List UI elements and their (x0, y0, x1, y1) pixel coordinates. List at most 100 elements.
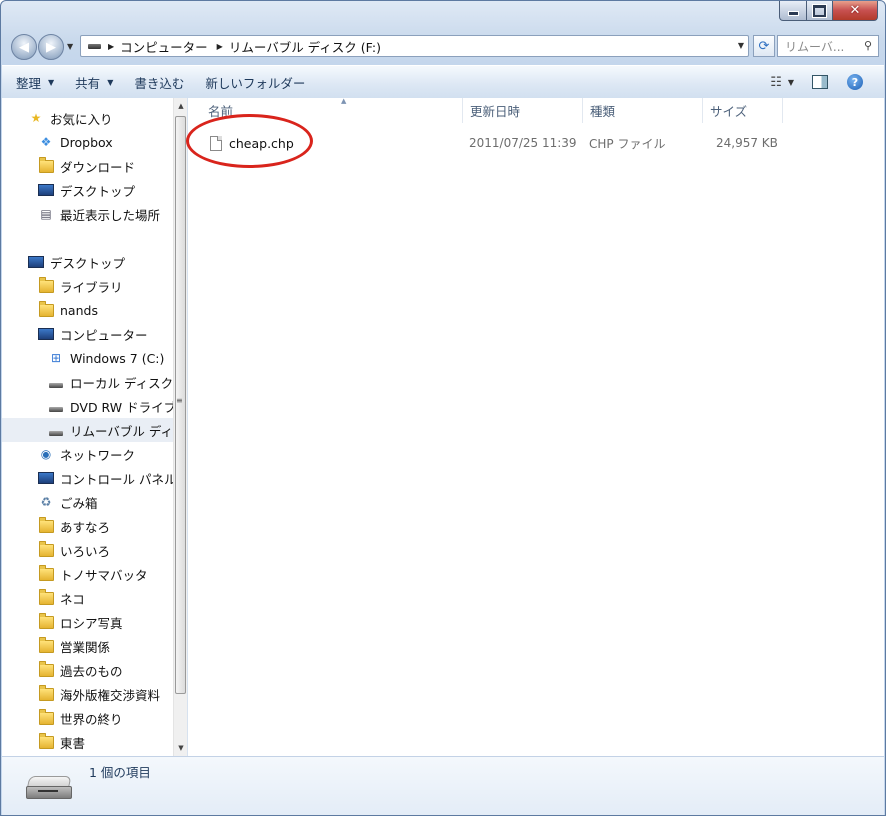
nav-label: ネコ (60, 591, 85, 607)
nav-item-folder[interactable]: ネコ (2, 586, 173, 610)
forward-button[interactable]: ▶ (38, 34, 64, 60)
nav-item-favorites[interactable]: ★ お気に入り (2, 106, 173, 130)
search-input[interactable]: リムーバ... (785, 38, 844, 55)
file-modified-cell: 2011/07/25 11:39 (469, 136, 577, 150)
burn-label: 書き込む (134, 75, 185, 91)
nav-item-folder[interactable]: 営業関係 (2, 634, 173, 658)
help-icon[interactable]: ? (847, 74, 863, 90)
address-dropdown-icon[interactable]: ▼ (738, 41, 744, 50)
command-bar: 整理 ▼ 共有 ▼ 書き込む 新しいフォルダー ☷ ▼ ? (2, 65, 884, 99)
nav-label: ごみ箱 (60, 495, 98, 511)
search-box[interactable]: リムーバ... ⚲ (777, 35, 879, 57)
nav-label: 東書 (60, 735, 86, 751)
nav-item-local-disk[interactable]: ローカル ディスク (2, 370, 173, 394)
desktop-icon (28, 254, 44, 270)
breadcrumb-chevron-icon[interactable]: ▶ (108, 42, 114, 51)
nav-item-folder[interactable]: トノサマバッタ (2, 562, 173, 586)
refresh-button[interactable]: ⟳ (753, 35, 775, 57)
item-count: 1 個の項目 (89, 765, 151, 780)
close-button[interactable]: ✕ (833, 1, 878, 21)
breadcrumb-chevron-icon[interactable]: ▶ (217, 42, 223, 51)
nav-item-desktop-fav[interactable]: デスクトップ (2, 178, 173, 202)
nav-item-folder[interactable]: あすなろ (2, 514, 173, 538)
maximize-icon (813, 4, 826, 17)
burn-button[interactable]: 書き込む (127, 70, 191, 94)
dvd-drive-icon (48, 398, 64, 414)
nav-item-desktop[interactable]: デスクトップ (2, 250, 173, 274)
scroll-down-icon[interactable]: ▼ (174, 740, 187, 756)
computer-icon (38, 326, 54, 342)
scroll-thumb[interactable] (175, 116, 186, 694)
new-folder-label: 新しいフォルダー (205, 75, 306, 91)
preview-pane-icon[interactable] (812, 75, 828, 89)
breadcrumb-removable-disk[interactable]: リムーバブル ディスク (F:) (229, 37, 381, 56)
view-dropdown-icon[interactable]: ▼ (788, 78, 794, 87)
nav-label: nands (60, 302, 98, 318)
breadcrumb-computer[interactable]: コンピューター (120, 37, 208, 56)
removable-drive-icon (48, 422, 64, 438)
nav-label: ネットワーク (60, 447, 136, 463)
nav-item-folder[interactable]: 過去のもの (2, 658, 173, 682)
scroll-grip-icon: ≡ (176, 396, 183, 405)
file-list-pane: 名前 ▲ 更新日時 種類 サイズ cheap.chp 2011/07/25 11:… (186, 97, 884, 756)
nav-item-folder[interactable]: 東書 (2, 730, 173, 754)
address-bar[interactable]: ▶ コンピューター ▶ リムーバブル ディスク (F:) ▼ (80, 35, 749, 57)
nav-label: 営業関係 (60, 639, 111, 655)
nav-scrollbar[interactable]: ▲ ≡ ▼ (173, 98, 187, 756)
file-type-cell: CHP ファイル (589, 136, 666, 151)
nav-item-folder[interactable]: 世界の終り (2, 706, 173, 730)
share-label: 共有 (75, 75, 101, 91)
recent-places-icon: ▤ (40, 207, 52, 221)
new-folder-button[interactable]: 新しいフォルダー (198, 70, 312, 94)
nav-item-folder[interactable]: ロシア写真 (2, 610, 173, 634)
address-row: ◀ ▶ ▼ ▶ コンピューター ▶ リムーバブル ディスク (F:) ▼ ⟳ リ… (9, 33, 879, 61)
nav-label: リムーバブル ディス (70, 423, 173, 439)
nav-item-folder[interactable]: 海外版権交渉資料 (2, 682, 173, 706)
explorer-window: ✕ ◀ ▶ ▼ ▶ コンピューター ▶ リムーバブル ディスク (F:) ▼ ⟳… (0, 0, 886, 816)
column-label: 種類 (590, 104, 616, 119)
nav-label: 世界の終り (60, 711, 123, 727)
column-header-type[interactable]: 種類 (583, 98, 703, 123)
navigation-pane: ★ お気に入り ❖ Dropbox ダウンロード デスクトップ ▤ 最近表示した場所 … (2, 98, 188, 756)
nav-item-drive-c[interactable]: ⊞ Windows 7 (C:) (2, 346, 173, 370)
recycle-bin-icon: ♻ (40, 495, 52, 509)
desktop-icon (38, 182, 54, 198)
back-button[interactable]: ◀ (11, 34, 37, 60)
nav-item-computer[interactable]: コンピューター (2, 322, 173, 346)
nav-item-downloads[interactable]: ダウンロード (2, 154, 173, 178)
nav-label: Windows 7 (C:) (70, 350, 165, 366)
forward-arrow-icon: ▶ (46, 39, 56, 55)
nav-item-removable[interactable]: リムーバブル ディス (2, 418, 173, 442)
nav-label: 過去のもの (60, 663, 123, 679)
nav-item-control-panel[interactable]: コントロール パネル (2, 466, 173, 490)
column-header-modified[interactable]: 更新日時 (463, 98, 583, 123)
folder-icon (38, 588, 54, 606)
nav-label: コントロール パネル (60, 471, 173, 487)
chevron-down-icon: ▼ (48, 77, 55, 87)
column-header-size[interactable]: サイズ (703, 98, 783, 123)
view-options-icon[interactable]: ☷ (770, 75, 782, 90)
nav-label: コンピューター (60, 327, 148, 343)
nav-item-libraries[interactable]: ライブラリ (2, 274, 173, 298)
nav-item-recycle-bin[interactable]: ♻ ごみ箱 (2, 490, 173, 514)
recent-pages-dropdown[interactable]: ▼ (67, 42, 73, 51)
nav-item-user[interactable]: nands (2, 298, 173, 322)
nav-label: Dropbox (60, 134, 113, 150)
nav-item-dropbox[interactable]: ❖ Dropbox (2, 130, 173, 154)
share-button[interactable]: 共有 ▼ (68, 70, 120, 94)
minimize-button[interactable] (779, 1, 807, 21)
details-pane: 1 個の項目 (2, 756, 884, 815)
maximize-button[interactable] (807, 1, 833, 21)
nav-item-recent[interactable]: ▤ 最近表示した場所 (2, 202, 173, 226)
nav-item-network[interactable]: ◉ ネットワーク (2, 442, 173, 466)
nav-label: いろいろ (60, 543, 111, 559)
folder-icon (38, 732, 54, 750)
nav-item-dvd[interactable]: DVD RW ドライブ (2, 394, 173, 418)
nav-item-folder[interactable]: いろいろ (2, 538, 173, 562)
network-icon: ◉ (40, 447, 52, 461)
column-label: 更新日時 (470, 104, 521, 119)
nav-label: 海外版権交渉資料 (60, 687, 161, 703)
library-icon (38, 276, 54, 294)
organize-button[interactable]: 整理 ▼ (9, 70, 61, 94)
scroll-up-icon[interactable]: ▲ (174, 98, 187, 114)
